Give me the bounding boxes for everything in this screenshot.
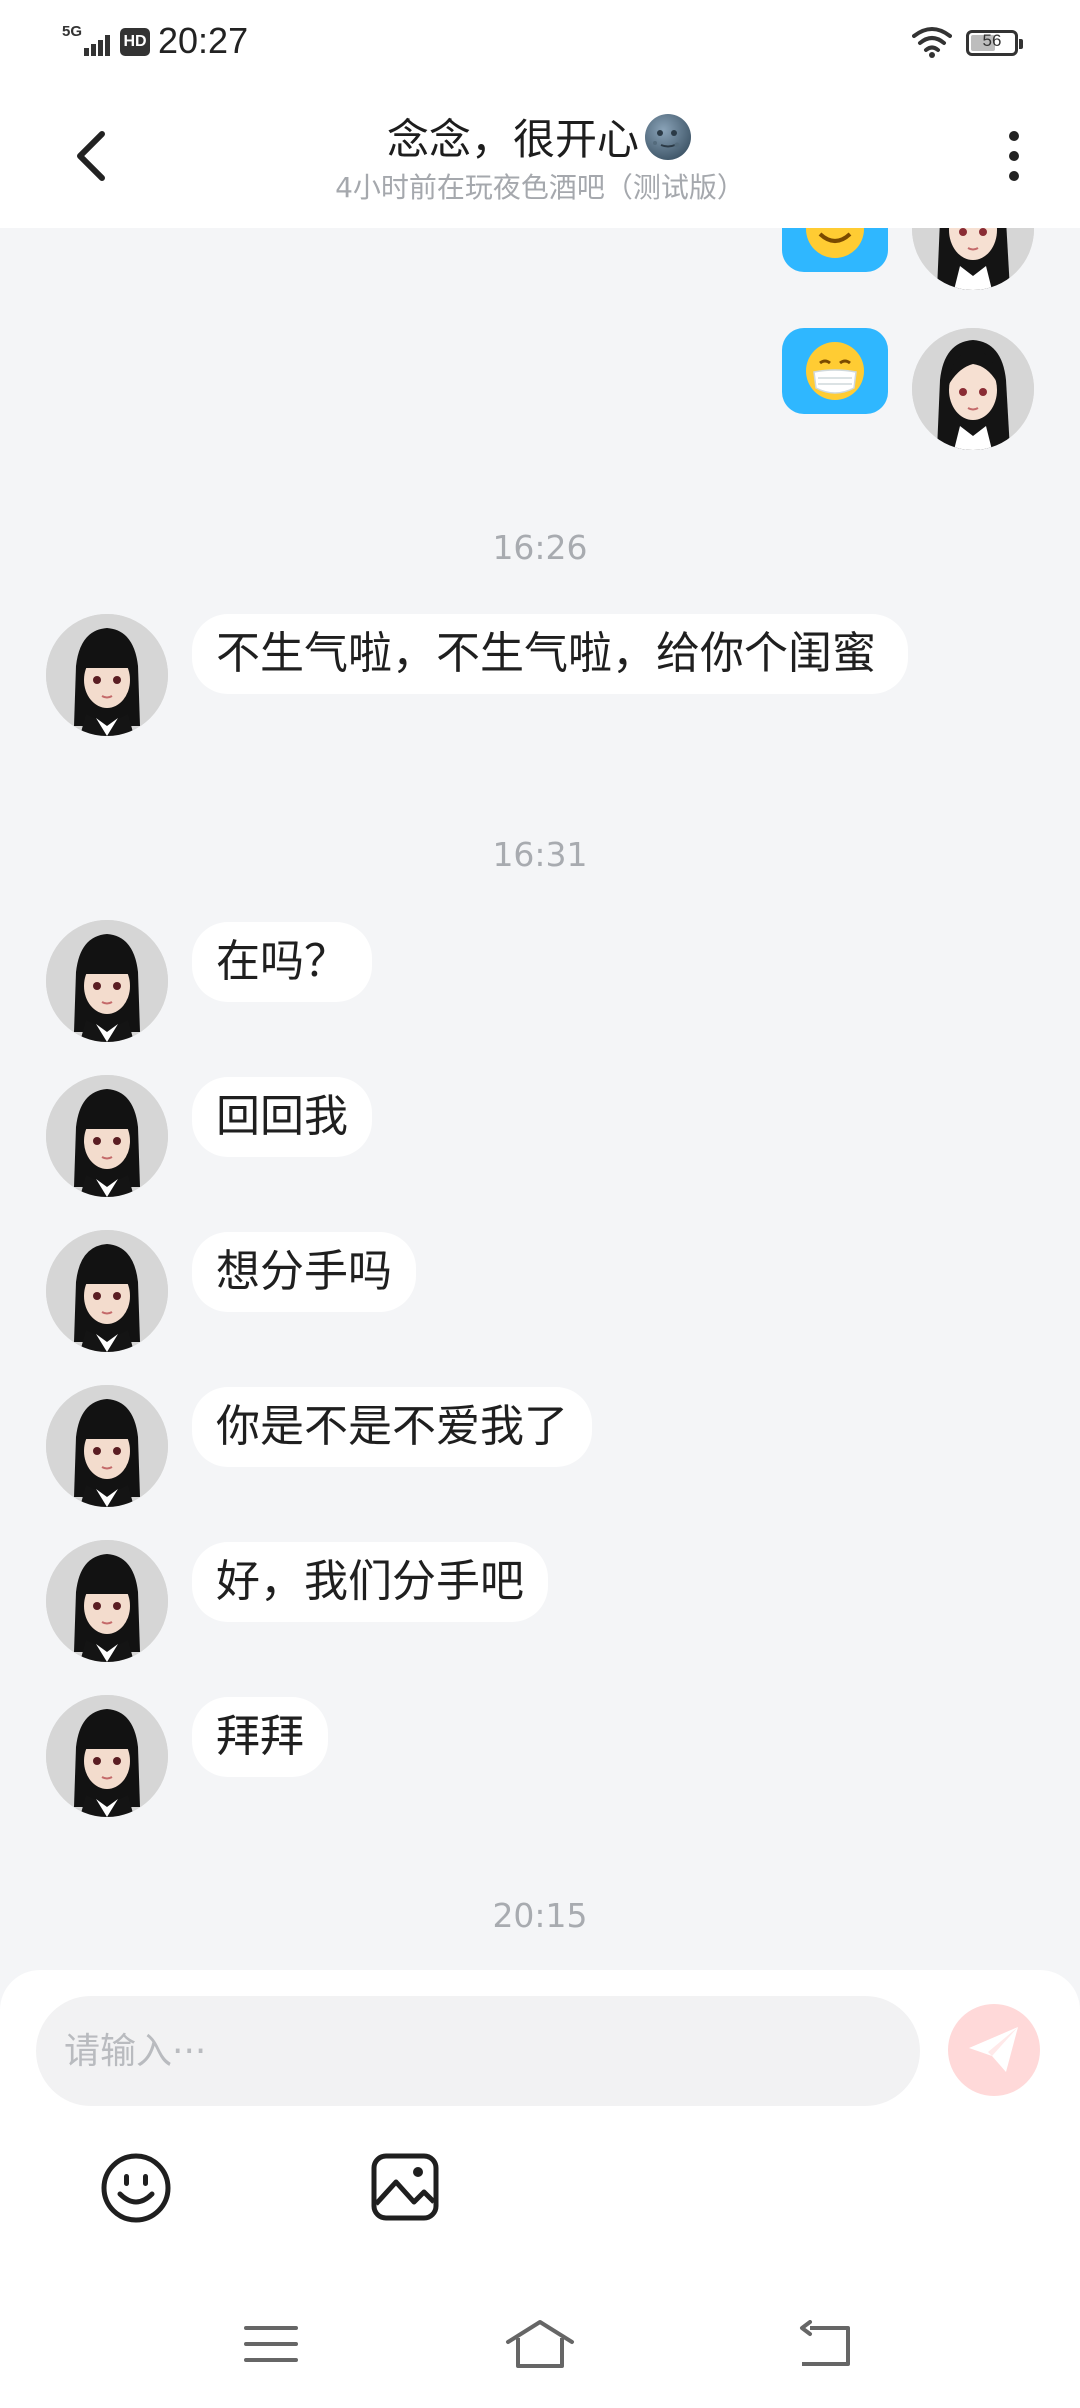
girl-avatar-icon <box>46 1385 168 1507</box>
image-picker-icon[interactable] <box>370 2152 440 2222</box>
received-message-bubble[interactable]: 你是不是不爱我了 <box>192 1387 592 1467</box>
smiling-face-icon <box>806 228 864 258</box>
chat-header: 念念，很开心 4小时前在玩夜色酒吧（测试版） <box>0 84 1080 228</box>
paper-plane-icon <box>969 2027 1018 2072</box>
status-bar: 5G HD 20:27 56 <box>0 0 1080 84</box>
more-options-icon[interactable] <box>1000 124 1028 188</box>
contact-avatar[interactable] <box>46 1695 168 1817</box>
received-message-bubble[interactable]: 在吗？ <box>192 922 372 1002</box>
new-moon-face-icon <box>645 113 691 160</box>
received-message-bubble[interactable]: 不生气啦，不生气啦，给你个闺蜜 <box>192 614 908 694</box>
message-timestamp: 16:31 <box>492 835 588 874</box>
sent-sticker-bubble[interactable] <box>782 228 888 272</box>
contact-avatar[interactable] <box>46 614 168 736</box>
svg-text:5G: 5G <box>62 23 82 40</box>
contact-avatar[interactable] <box>46 1230 168 1352</box>
battery-icon: 56 <box>966 30 1023 56</box>
my-avatar[interactable] <box>912 228 1034 290</box>
system-navigation-bar <box>0 2300 1080 2408</box>
wifi-icon <box>912 27 952 58</box>
emoji-icon[interactable] <box>100 2152 172 2224</box>
home-icon[interactable] <box>504 2318 576 2370</box>
girl-avatar-icon <box>46 1540 168 1662</box>
contact-name-title: 念念，很开心 <box>0 106 1080 167</box>
message-timestamp: 16:26 <box>492 528 588 567</box>
back-icon[interactable] <box>796 2320 852 2368</box>
battery-percent: 56 <box>982 31 1002 50</box>
sent-sticker-bubble[interactable] <box>782 328 888 414</box>
girl-avatar-icon <box>46 1075 168 1197</box>
received-message-bubble[interactable]: 想分手吗 <box>192 1232 416 1312</box>
face-with-mask-icon <box>806 342 864 400</box>
contact-avatar[interactable] <box>46 1385 168 1507</box>
message-input[interactable] <box>36 1996 920 2106</box>
girl-avatar-icon <box>46 1230 168 1352</box>
girl-avatar-icon <box>912 228 1034 290</box>
status-time: 20:27 <box>158 20 249 61</box>
girl-avatar-icon <box>46 614 168 736</box>
girl-avatar-icon <box>912 328 1034 450</box>
hd-icon: HD <box>120 28 150 56</box>
my-avatar[interactable] <box>912 328 1034 450</box>
contact-avatar[interactable] <box>46 1540 168 1662</box>
girl-avatar-icon <box>46 920 168 1042</box>
contact-avatar[interactable] <box>46 1075 168 1197</box>
message-timestamp: 20:15 <box>492 1896 588 1935</box>
recent-apps-icon[interactable] <box>244 2322 298 2366</box>
page-title: 念念，很开心 <box>386 115 639 164</box>
online-status-subtitle: 4小时前在玩夜色酒吧（测试版） <box>335 171 745 204</box>
send-button[interactable] <box>948 2004 1040 2096</box>
received-message-bubble[interactable]: 回回我 <box>192 1077 372 1157</box>
chat-screen: 5G HD 20:27 56 念念，很开心 4小时前在玩夜色酒吧（测试版） 16… <box>0 0 1080 2408</box>
received-message-bubble[interactable]: 拜拜 <box>192 1697 328 1777</box>
message-list[interactable]: 16:26 不生气啦，不生气啦，给你个闺蜜 16:31 在吗？ 回回我 想分手吗… <box>0 228 1080 1972</box>
contact-avatar[interactable] <box>46 920 168 1042</box>
signal-5g-icon: 5G <box>62 23 110 56</box>
girl-avatar-icon <box>46 1695 168 1817</box>
received-message-bubble[interactable]: 好，我们分手吧 <box>192 1542 548 1622</box>
